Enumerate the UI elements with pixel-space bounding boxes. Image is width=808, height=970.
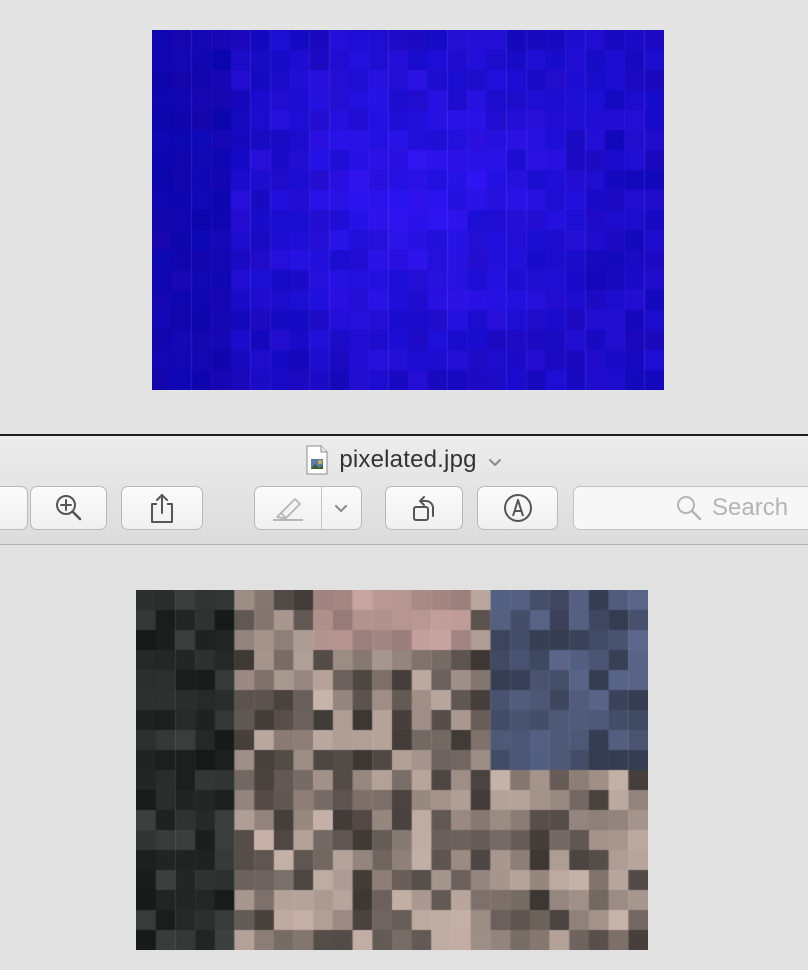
pixelated-image (136, 590, 648, 950)
image-viewer (0, 545, 808, 970)
zoom-in-icon (55, 495, 81, 521)
chevron-down-icon[interactable] (487, 454, 503, 470)
search-icon (677, 496, 702, 521)
share-icon (151, 494, 173, 523)
search-input[interactable]: Search (573, 486, 808, 530)
chevron-down-icon (335, 505, 347, 512)
document-title: pixelated.jpg (339, 446, 477, 473)
rotate-left-icon (413, 496, 434, 521)
highlight-split-button[interactable] (254, 486, 362, 530)
highlight-button[interactable] (255, 495, 321, 521)
document-icon (306, 445, 328, 475)
rotate-button[interactable] (385, 486, 463, 530)
pixelated-blue-image (152, 30, 664, 390)
window-title[interactable]: pixelated.jpg (0, 444, 808, 476)
upper-window-content (0, 0, 808, 434)
markup-button[interactable] (477, 486, 558, 530)
split-divider (321, 487, 322, 529)
share-button[interactable] (121, 486, 203, 530)
zoom-out-icon (0, 493, 19, 523)
highlighter-icon (273, 498, 303, 521)
highlight-menu-button[interactable] (321, 500, 361, 516)
zoom-in-button[interactable] (30, 486, 107, 530)
zoom-out-button[interactable] (0, 486, 28, 530)
markup-pen-icon (503, 494, 532, 522)
preview-toolbar: pixelated.jpg Search (0, 436, 808, 545)
search-placeholder: Search (712, 494, 789, 521)
